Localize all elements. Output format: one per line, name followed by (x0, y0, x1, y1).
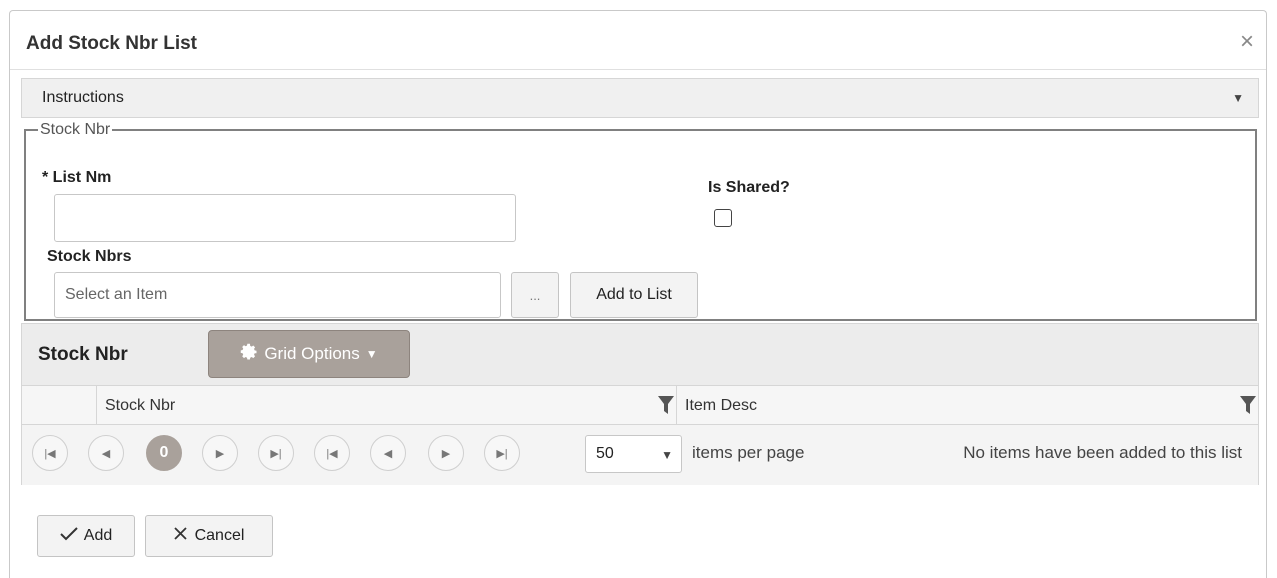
pager-status: No items have been added to this list (963, 443, 1242, 462)
cancel-label: Cancel (194, 527, 245, 544)
column-stock-nbr[interactable]: Stock Nbr (96, 386, 676, 424)
filter-icon[interactable] (1240, 396, 1256, 419)
close-icon[interactable]: × (1240, 30, 1254, 54)
grid-options-button[interactable]: Grid Options ▼ (208, 330, 410, 378)
column-label: Stock Nbr (105, 397, 176, 414)
filter-icon[interactable] (658, 396, 674, 419)
stock-nbr-fieldset: Stock Nbr * List Nm Is Shared? Stock Nbr… (24, 121, 1257, 321)
grid-toolbar: Stock Nbr Grid Options ▼ (22, 324, 1258, 385)
add-to-list-button[interactable]: Add to List (570, 272, 698, 318)
add-label: Add (83, 527, 113, 544)
caret-down-icon: ▼ (365, 347, 378, 361)
page-size-value: 50 (596, 445, 614, 462)
dropdown-arrow-icon: ▼ (661, 448, 673, 462)
dialog-titlebar: Add Stock Nbr List × (10, 11, 1266, 70)
list-nm-input[interactable] (54, 194, 516, 242)
is-shared-label: Is Shared? (708, 179, 790, 196)
page-size-select[interactable]: 50 ▼ (585, 435, 682, 473)
next-page-icon[interactable]: ▶ (202, 435, 238, 471)
fieldset-legend: Stock Nbr (40, 121, 111, 138)
items-per-page-label: items per page (692, 443, 805, 462)
column-item-desc[interactable]: Item Desc (676, 386, 1258, 424)
last-page-icon[interactable]: ▶| (484, 435, 520, 471)
stock-nbrs-input[interactable] (54, 272, 501, 318)
last-page-icon[interactable]: ▶| (258, 435, 294, 471)
grid-options-label: Grid Options (264, 344, 360, 363)
instructions-label: Instructions (42, 89, 124, 106)
add-stock-nbr-list-dialog: Add Stock Nbr List × Instructions ▼ Stoc… (9, 10, 1267, 578)
select-column-header (22, 386, 96, 424)
add-button[interactable]: Add (37, 515, 135, 557)
expand-arrow-icon[interactable]: ▼ (1232, 91, 1244, 105)
column-label: Item Desc (685, 397, 758, 414)
grid-title: Stock Nbr (38, 344, 128, 365)
dialog-title: Add Stock Nbr List (26, 33, 198, 54)
prev-page-icon[interactable]: ◀ (370, 435, 406, 471)
cancel-button[interactable]: Cancel (145, 515, 273, 557)
grid-pager: |◀ ◀ 0 ▶ ▶| |◀ ◀ ▶ ▶| 50 ▼ items per pag… (22, 425, 1258, 485)
instructions-panel[interactable]: Instructions ▼ (21, 78, 1259, 118)
stock-nbrs-label: Stock Nbrs (47, 248, 132, 265)
gear-icon (240, 343, 258, 366)
next-page-icon[interactable]: ▶ (428, 435, 464, 471)
prev-page-icon[interactable]: ◀ (88, 435, 124, 471)
current-page[interactable]: 0 (146, 435, 182, 471)
browse-button[interactable]: ... (511, 272, 559, 318)
is-shared-checkbox[interactable] (714, 209, 732, 227)
first-page-icon[interactable]: |◀ (314, 435, 350, 471)
grid-column-header: Stock Nbr Item Desc (22, 385, 1258, 425)
list-nm-label: * List Nm (42, 169, 112, 186)
stock-nbr-grid: Stock Nbr Grid Options ▼ Stock Nbr Item … (21, 323, 1259, 485)
checkmark-icon (60, 526, 78, 546)
first-page-icon[interactable]: |◀ (32, 435, 68, 471)
close-icon (173, 527, 187, 545)
